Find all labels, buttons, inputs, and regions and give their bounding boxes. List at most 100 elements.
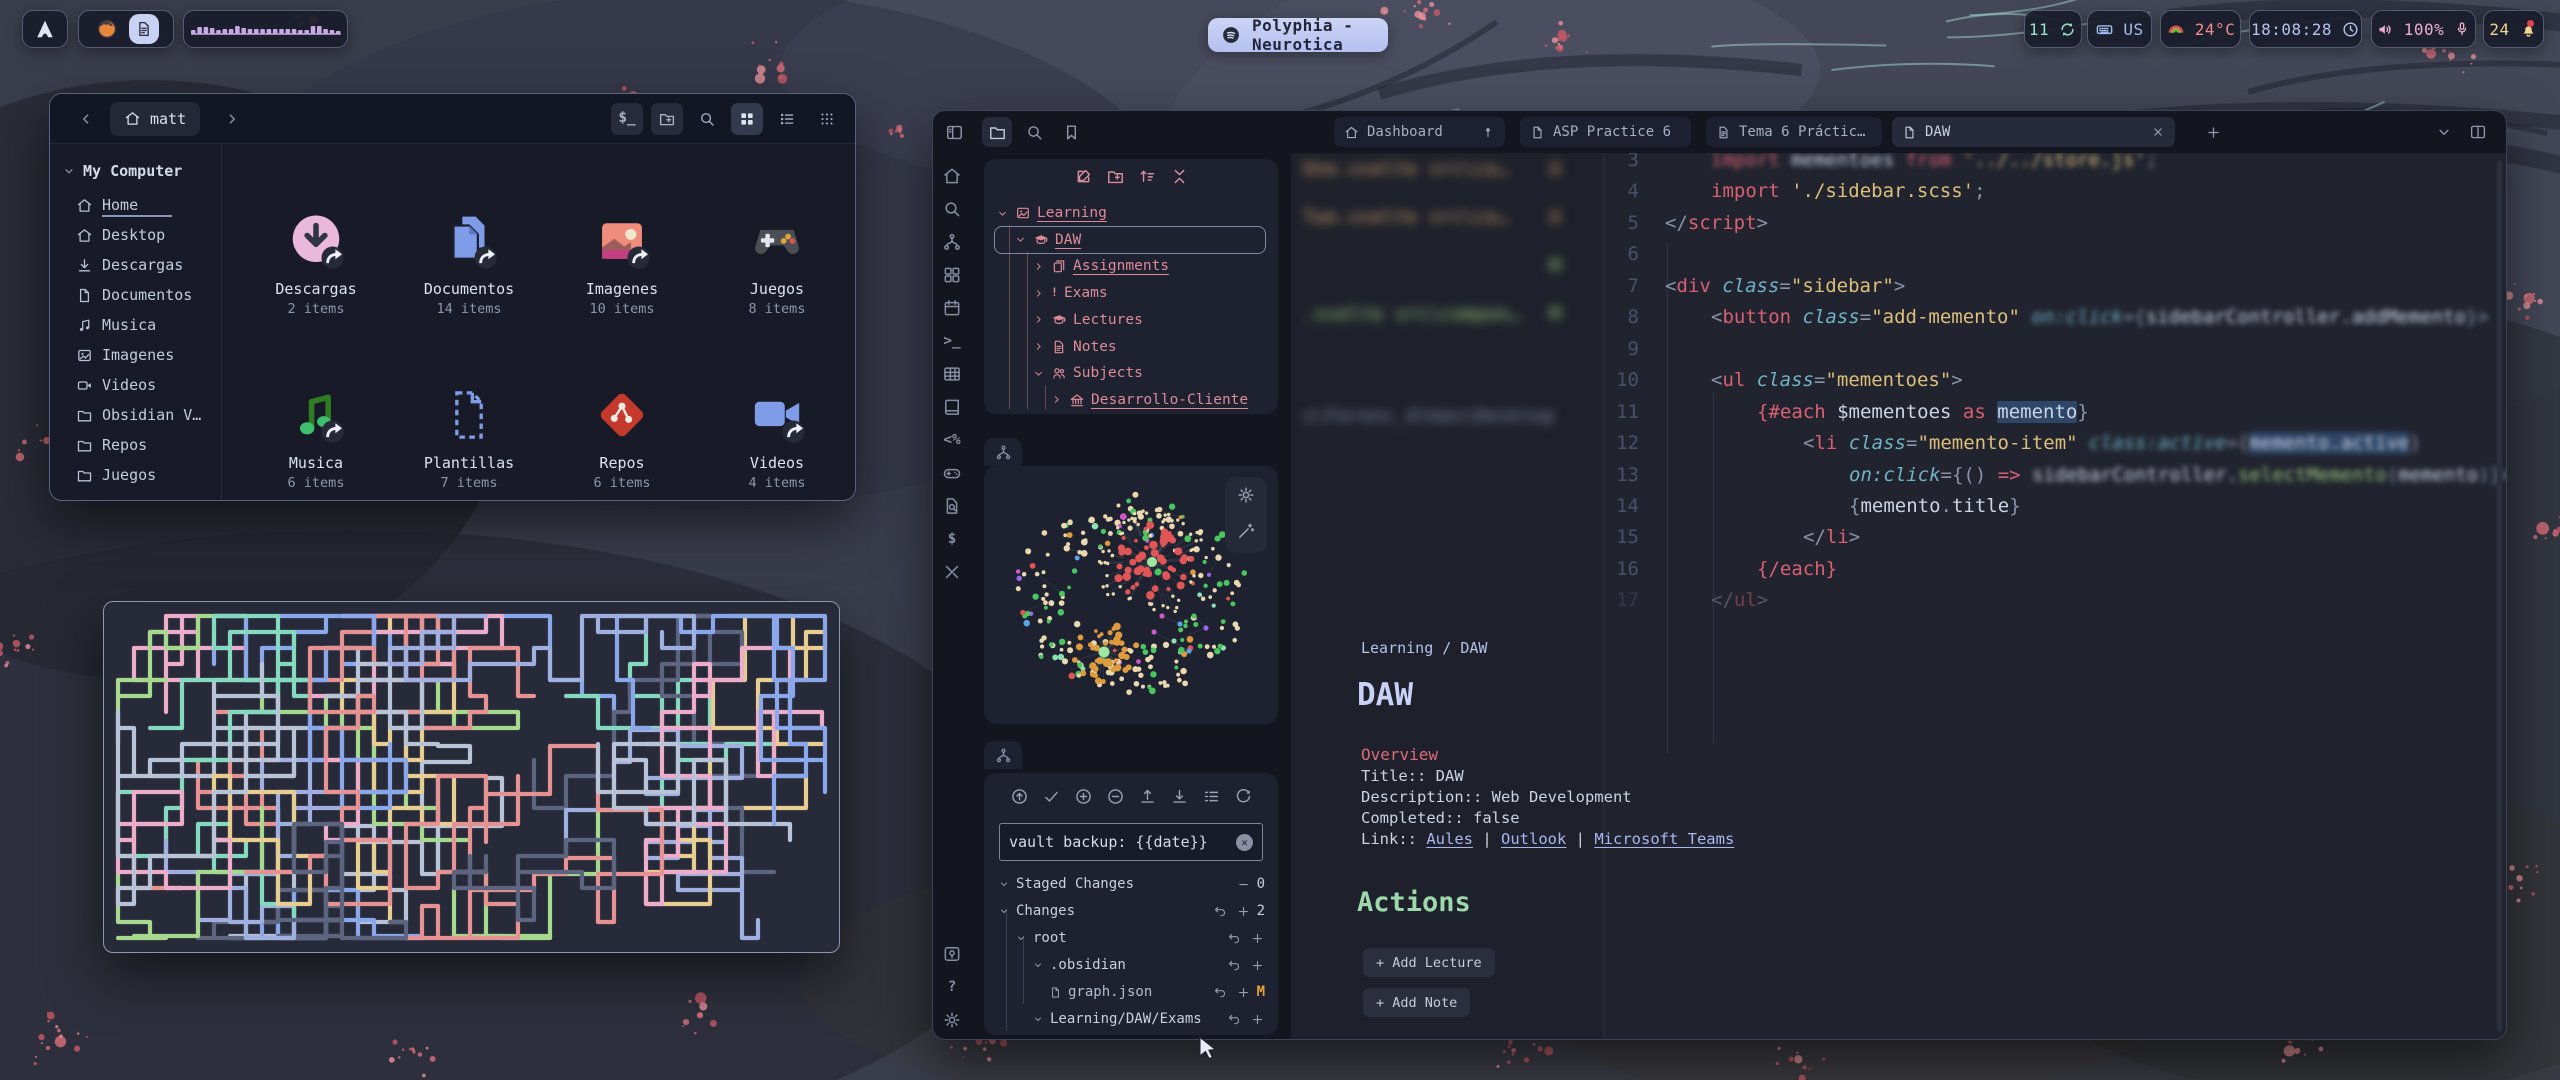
sidebar-header[interactable]: My Computer [50,156,221,186]
grid-button[interactable] [731,103,763,135]
file-item-plantillas[interactable]: Plantillas7 items [404,384,534,491]
tab-asp-practice-6[interactable]: ASP Practice 6 [1520,117,1691,147]
editor-pane[interactable]: One.svelte src\co…UTwo.svelte src\co…UM.… [1291,153,2506,1039]
ribbon-search-button[interactable] [940,197,964,221]
tree-item-lectures[interactable]: Lectures [1032,308,1143,332]
ribbon-file-search-button[interactable] [940,494,964,518]
git-panel-tab[interactable] [984,741,1022,769]
ribbon-vault-button[interactable] [940,942,964,966]
split-button[interactable] [2463,117,2493,147]
git-row-actions[interactable] [1227,1012,1265,1027]
forward-button[interactable] [216,103,248,135]
file-item-descargas[interactable]: Descargas2 items [251,210,381,317]
sidebar-item-juegos[interactable]: Juegos [50,460,221,490]
layout-button[interactable] [939,117,969,147]
back-button[interactable] [70,103,102,135]
pencil-square-button[interactable] [1074,167,1093,186]
git-row-learning-daw-exams[interactable]: Learning/DAW/Exams [984,1006,1278,1032]
folder-plus-button[interactable] [651,103,683,135]
tree-item-daw[interactable]: DAW [1014,228,1081,252]
sidebar-item-musica[interactable]: Musica [50,310,221,340]
git-row-actions[interactable] [1227,958,1265,973]
commit-message-input[interactable]: vault backup: {{date}} ✕ [999,823,1263,861]
tree-item-exams[interactable]: !Exams [1032,281,1108,305]
tray-keyboard-layout[interactable]: US [2087,10,2152,48]
sidebar-item-obsidian-v-[interactable]: Obsidian V… [50,400,221,430]
tray-weather[interactable]: 24°C [2160,10,2241,48]
collapse-button[interactable] [1170,167,1189,186]
ribbon-blocks-button[interactable] [940,263,964,287]
ribbon-fork-button[interactable] [940,230,964,254]
git-check-button[interactable] [1042,787,1061,806]
tab-tema-6-pr-cticas-[interactable]: Tema 6 Prácticas -… [1706,117,1882,147]
file-item-musica[interactable]: Musica6 items [251,384,381,491]
tab-daw[interactable]: DAW [1892,117,2175,147]
git-up-circle-button[interactable] [1010,787,1029,806]
scrollbar[interactable] [2497,161,2502,1031]
active-workspace-document[interactable] [129,14,159,44]
new-tab-button[interactable] [2198,117,2228,147]
file-item-repos[interactable]: Repos6 items [557,384,687,491]
ribbon-book-button[interactable] [940,395,964,419]
terminal-button[interactable]: $_ [611,103,643,135]
launcher-button[interactable] [22,10,68,48]
sidebar-item-imagenes[interactable]: Imagenes [50,340,221,370]
git-row-root[interactable]: root [984,925,1278,951]
add-lecture-button[interactable]: + Add Lecture [1363,948,1495,977]
link-microsoft-teams[interactable]: Microsoft Teams [1594,830,1734,848]
tree-item-subjects[interactable]: Subjects [1032,361,1143,385]
workspace-indicator[interactable] [78,10,174,48]
gear-button[interactable] [1236,485,1256,505]
tree-item-desarrollo-cliente[interactable]: Desarrollo-Cliente [1050,388,1248,412]
sidebar-item-videos[interactable]: Videos [50,370,221,400]
sidebar-item-desktop[interactable]: Desktop [50,220,221,250]
git-row-changes[interactable]: Changes2 [984,898,1278,924]
git-row-actions[interactable] [1227,931,1265,946]
folder-button[interactable] [982,117,1012,147]
tray-notifications[interactable]: 24 [2483,10,2544,48]
tray-audio[interactable]: 100% [2371,10,2476,48]
git-row-actions[interactable] [1213,985,1251,1000]
ribbon-code-button[interactable]: <% [940,428,964,452]
wand-button[interactable] [1236,521,1256,541]
folder-plus-button[interactable] [1106,167,1125,186]
tree-item-learning[interactable]: Learning [996,201,1107,225]
ribbon-help-button[interactable]: ? [940,975,964,999]
ribbon-gear-button[interactable] [940,1008,964,1032]
ribbon-home-button[interactable] [940,164,964,188]
chev-d-button[interactable] [2429,117,2459,147]
list-button[interactable] [771,103,803,135]
link-outlook[interactable]: Outlook [1501,830,1566,848]
git-upload-button[interactable] [1138,787,1157,806]
sort-button[interactable] [1138,167,1157,186]
tree-item-notes[interactable]: Notes [1032,335,1117,359]
note-breadcrumb[interactable]: Learning / DAW [1361,639,1487,657]
sidebar-item-descargas[interactable]: Descargas [50,250,221,280]
git-row-graph-json[interactable]: graph.jsonM [984,979,1278,1005]
file-item-imagenes[interactable]: Imagenes10 items [557,210,687,317]
media-player-widget[interactable]: Polyphia - Neurotica [1208,18,1388,52]
graph-panel-tab[interactable] [984,438,1022,466]
ribbon-tools-button[interactable] [940,560,964,584]
ribbon-dollar-button[interactable]: $ [940,527,964,551]
tree-item-assignments[interactable]: Assignments [1032,254,1169,278]
git-row-staged-changes[interactable]: Staged Changes0 [984,871,1278,897]
file-item-juegos[interactable]: Juegos8 items [712,210,842,317]
tray-updates[interactable]: 11 [2024,10,2082,48]
file-item-videos[interactable]: Videos4 items [712,384,842,491]
breadcrumb[interactable]: matt [110,102,200,136]
ribbon-calendar-button[interactable] [940,296,964,320]
git-plus-circle-button[interactable] [1074,787,1093,806]
git-row-actions[interactable] [1213,904,1251,919]
ribbon-terminal2-button[interactable]: >_ [940,329,964,353]
git-refresh2-button[interactable] [1234,787,1253,806]
search-button[interactable] [1019,117,1049,147]
tab-dashboard[interactable]: Dashboard [1334,117,1505,147]
git-download2-button[interactable] [1170,787,1189,806]
dots-button[interactable] [811,103,843,135]
git-minus-circle-button[interactable] [1106,787,1125,806]
sidebar-item-documentos[interactable]: Documentos [50,280,221,310]
ribbon-table-button[interactable] [940,362,964,386]
ribbon-gamepad-sm-button[interactable] [940,461,964,485]
sidebar-item-repos[interactable]: Repos [50,430,221,460]
